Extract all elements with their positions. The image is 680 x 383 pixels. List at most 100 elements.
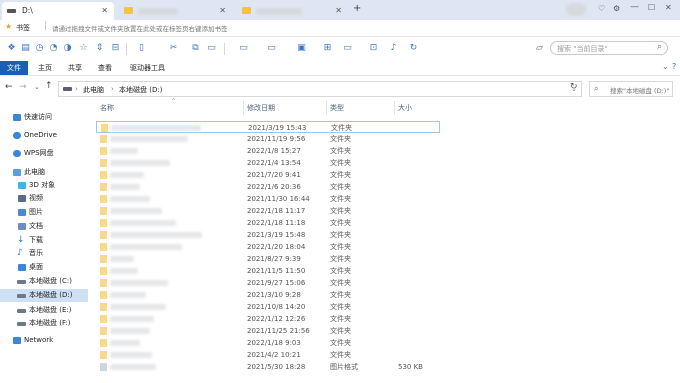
column-header-type[interactable]: 类型 bbox=[330, 101, 344, 115]
nav-item-drive-f[interactable]: 本地磁盘 (F:) bbox=[0, 317, 88, 330]
table-row[interactable]: 2021/9/27 15:06 文件夹 bbox=[96, 277, 440, 289]
column-header-date[interactable]: 修改日期 bbox=[247, 101, 275, 115]
nav-item-music[interactable]: ♪ 音乐 bbox=[0, 247, 88, 260]
nav-item-drive-c[interactable]: 本地磁盘 (C:) bbox=[0, 275, 88, 288]
ribbon-tab-home[interactable]: 主页 bbox=[34, 61, 56, 75]
folder-view-icon[interactable]: ▱ bbox=[534, 43, 545, 54]
up-button[interactable]: ↑ bbox=[45, 81, 53, 91]
nav-item-videos[interactable]: 视频 bbox=[0, 192, 88, 205]
back-button[interactable]: ← bbox=[5, 82, 13, 92]
nav-item-this-pc[interactable]: 此电脑 bbox=[0, 166, 88, 179]
nav-item-quick-access[interactable]: 快速访问 bbox=[0, 111, 88, 124]
column-divider[interactable] bbox=[326, 101, 327, 115]
chevron-down-icon[interactable]: ⌄ bbox=[662, 62, 669, 71]
layout-icon[interactable]: ⊟ bbox=[110, 43, 121, 54]
nav-item-pictures[interactable]: 图片 bbox=[0, 206, 88, 219]
phone-icon[interactable]: ▯ bbox=[136, 43, 147, 54]
pin-icon[interactable]: ❖ bbox=[6, 43, 17, 54]
new-folder-icon[interactable]: ▭ bbox=[238, 43, 249, 54]
tab-drive-d[interactable]: D:\ ✕ bbox=[2, 2, 114, 20]
window-close-button[interactable]: ✕ bbox=[665, 3, 672, 12]
table-row[interactable]: 2022/1/20 18:04 文件夹 bbox=[96, 241, 440, 253]
table-row[interactable]: 2021/4/2 10:21 文件夹 bbox=[96, 349, 440, 361]
column-divider[interactable] bbox=[394, 101, 395, 115]
address-bar[interactable]: › 此电脑 › 本地磁盘 (D:) ⌄ bbox=[58, 81, 582, 97]
row-type: 文件夹 bbox=[330, 339, 351, 347]
table-row[interactable]: 2021/11/25 21:56 文件夹 bbox=[96, 325, 440, 337]
maximize-button[interactable]: ☐ bbox=[648, 3, 655, 12]
table-row[interactable]: 2022/1/4 13:54 文件夹 bbox=[96, 157, 440, 169]
recent-chevron-icon[interactable]: ⌄ bbox=[34, 83, 40, 91]
history-icon[interactable]: ◔ bbox=[48, 43, 59, 54]
nav-item-documents[interactable]: 文档 bbox=[0, 220, 88, 233]
cut-icon[interactable]: ✂ bbox=[168, 43, 179, 54]
folder-search-input[interactable]: ⌕ 搜索"本地磁盘 (D:)" bbox=[589, 81, 673, 97]
collapse-icon[interactable]: ⇕ bbox=[94, 43, 105, 54]
close-icon[interactable]: ✕ bbox=[335, 2, 342, 20]
forward-button[interactable]: → bbox=[19, 82, 27, 92]
table-row[interactable]: 2021/11/30 16:44 文件夹 bbox=[96, 193, 440, 205]
properties-icon[interactable]: ▣ bbox=[296, 43, 307, 54]
column-header-name[interactable]: 名称 bbox=[100, 101, 114, 115]
nav-item-drive-e[interactable]: 本地磁盘 (E:) bbox=[0, 304, 88, 317]
close-icon[interactable]: ✕ bbox=[101, 2, 108, 20]
tab-folder-3[interactable]: ✕ bbox=[236, 2, 348, 20]
new-tab-button[interactable]: + bbox=[353, 3, 361, 14]
table-row[interactable]: 2021/5/30 18:28 图片格式 530 KB bbox=[96, 361, 440, 373]
nav-item-desktop[interactable]: 桌面 bbox=[0, 261, 88, 274]
file-name-redacted bbox=[110, 352, 152, 358]
breadcrumb-item[interactable]: 本地磁盘 (D:) bbox=[119, 85, 162, 95]
select-icon[interactable]: ▭ bbox=[342, 43, 353, 54]
breadcrumb-item[interactable]: 此电脑 bbox=[83, 85, 104, 95]
minimize-button[interactable]: — bbox=[630, 2, 639, 12]
bookmark-label[interactable]: 书签 bbox=[16, 23, 30, 33]
nav-item-drive-d[interactable]: 本地磁盘 (D:) bbox=[0, 289, 88, 302]
star-icon[interactable]: ☆ bbox=[78, 43, 89, 54]
nav-item-network[interactable]: Network bbox=[0, 334, 88, 347]
ribbon-tab-drive-tools[interactable]: 驱动器工具 bbox=[126, 61, 169, 75]
table-row[interactable]: 2021/11/5 11:50 文件夹 bbox=[96, 265, 440, 277]
table-row[interactable]: 2022/1/18 11:18 文件夹 bbox=[96, 217, 440, 229]
clock-icon[interactable]: ◷ bbox=[34, 43, 45, 54]
file-name-redacted bbox=[110, 364, 156, 370]
tab-folder-2[interactable]: ✕ bbox=[118, 2, 232, 20]
column-header-size[interactable]: 大小 bbox=[398, 101, 412, 115]
column-divider[interactable] bbox=[243, 101, 244, 115]
table-row[interactable]: 2022/1/18 11:17 文件夹 bbox=[96, 205, 440, 217]
refresh-button[interactable]: ↻ bbox=[570, 82, 578, 92]
nav-item-3d-objects[interactable]: 3D 对象 bbox=[0, 179, 88, 192]
table-row[interactable]: 2021/11/19 9:56 文件夹 bbox=[96, 133, 440, 145]
copy-icon[interactable]: ⧉ bbox=[190, 43, 201, 54]
ribbon-tab-share[interactable]: 共享 bbox=[64, 61, 86, 75]
table-row[interactable]: 2021/7/20 9:41 文件夹 bbox=[96, 169, 440, 181]
avatar[interactable] bbox=[566, 3, 586, 16]
table-row[interactable]: 2022/1/18 9:03 文件夹 bbox=[96, 337, 440, 349]
settings-icon[interactable]: ⚙ bbox=[613, 4, 620, 13]
table-row[interactable]: 2021/3/19 15:43 文件夹 bbox=[96, 121, 440, 133]
close-icon[interactable]: ✕ bbox=[219, 2, 226, 20]
table-row[interactable]: 2022/1/12 12:26 文件夹 bbox=[96, 313, 440, 325]
table-row[interactable]: 2022/1/6 20:36 文件夹 bbox=[96, 181, 440, 193]
paste-icon[interactable]: ▭ bbox=[206, 43, 217, 54]
refresh-icon[interactable]: ↻ bbox=[408, 43, 419, 54]
music-icon[interactable]: ♪ bbox=[388, 43, 399, 54]
help-icon[interactable]: ? bbox=[672, 62, 676, 71]
sort-icon[interactable]: ◑ bbox=[62, 43, 73, 54]
table-row[interactable]: 2021/3/10 9:28 文件夹 bbox=[96, 289, 440, 301]
nav-item-wps[interactable]: WPS网盘 bbox=[0, 147, 88, 160]
table-row[interactable]: 2022/1/8 15:27 文件夹 bbox=[96, 145, 440, 157]
toolbar-search-input[interactable]: 搜索 "当前目录" ⌕ bbox=[550, 41, 668, 55]
shield-icon[interactable]: ♡ bbox=[598, 4, 605, 13]
copy-path-icon[interactable]: ▤ bbox=[20, 43, 31, 54]
nav-item-onedrive[interactable]: OneDrive bbox=[0, 129, 88, 142]
open-icon[interactable]: ⊞ bbox=[322, 43, 333, 54]
download-icon[interactable]: ⊡ bbox=[368, 43, 379, 54]
table-row[interactable]: 2021/8/27 9:39 文件夹 bbox=[96, 253, 440, 265]
ribbon-tab-view[interactable]: 查看 bbox=[94, 61, 116, 75]
ribbon-tab-file[interactable]: 文件 bbox=[0, 61, 28, 75]
rename-icon[interactable]: ▭ bbox=[266, 43, 277, 54]
table-row[interactable]: 2021/10/8 14:20 文件夹 bbox=[96, 301, 440, 313]
nav-item-downloads[interactable]: ↓ 下载 bbox=[0, 234, 88, 247]
table-row[interactable]: 2021/3/19 15:48 文件夹 bbox=[96, 229, 440, 241]
search-icon[interactable]: ⌕ bbox=[657, 42, 662, 52]
